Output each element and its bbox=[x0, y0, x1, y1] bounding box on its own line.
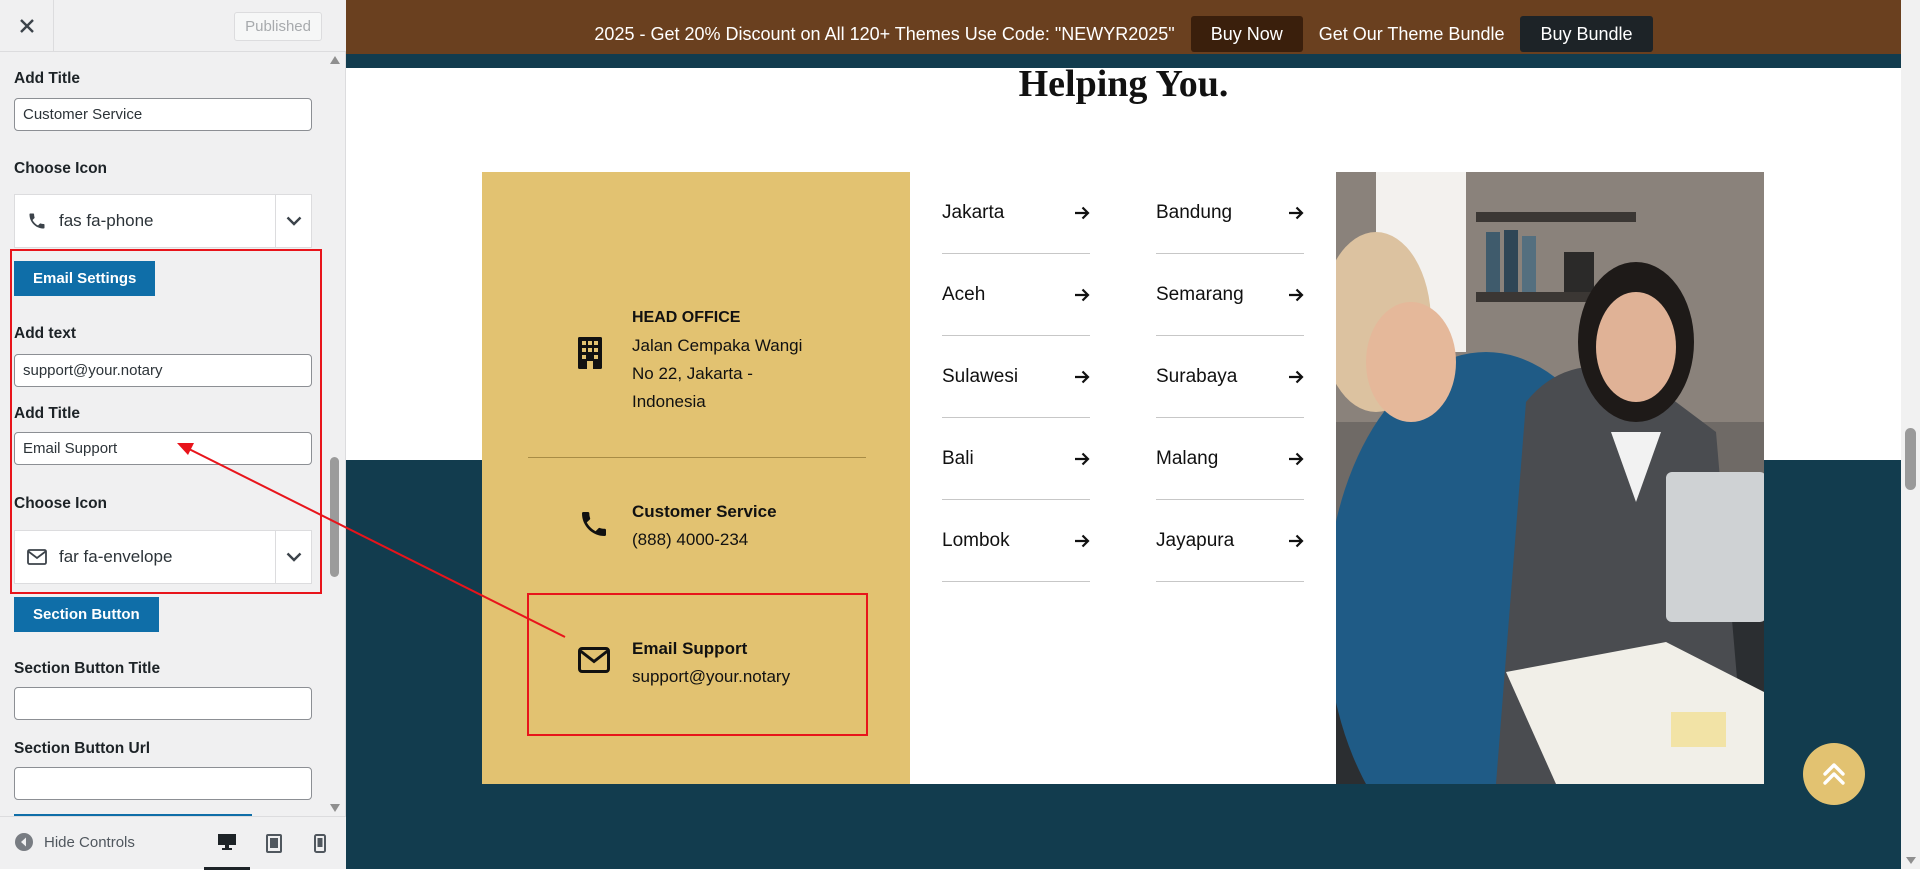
customizer-footer: Hide Controls bbox=[0, 816, 346, 870]
head-office-line-1: Jalan Cempaka Wangi bbox=[632, 336, 803, 355]
preview-scroll-thumb[interactable] bbox=[1905, 428, 1916, 490]
site-preview: 2025 - Get 20% Discount on All 120+ Them… bbox=[346, 0, 1920, 869]
buy-now-button[interactable]: Buy Now bbox=[1190, 16, 1303, 52]
sidebar-scrollbar[interactable] bbox=[326, 52, 343, 816]
promo-bar: 2025 - Get 20% Discount on All 120+ Them… bbox=[346, 0, 1901, 68]
contact-card: HEAD OFFICE Jalan Cempaka Wangi No 22, J… bbox=[482, 172, 910, 784]
city-link[interactable]: Surabaya bbox=[1156, 336, 1304, 418]
tablet-icon bbox=[266, 834, 282, 853]
head-office-item: HEAD OFFICE Jalan Cempaka Wangi No 22, J… bbox=[578, 304, 802, 416]
city-link[interactable]: Jakarta bbox=[942, 172, 1090, 254]
arrow-right-icon bbox=[1289, 370, 1304, 383]
preview-scrollbar[interactable] bbox=[1901, 0, 1920, 869]
section-heading: Helping You. bbox=[1018, 63, 1229, 105]
promo-text: 2025 - Get 20% Discount on All 120+ Them… bbox=[594, 23, 1175, 44]
city-link[interactable]: Aceh bbox=[942, 254, 1090, 336]
desktop-icon bbox=[218, 834, 236, 850]
city-link[interactable]: Semarang bbox=[1156, 254, 1304, 336]
phone-icon bbox=[578, 498, 628, 540]
city-link[interactable]: Malang bbox=[1156, 418, 1304, 500]
section-button-url-label: Section Button Url bbox=[14, 740, 151, 757]
email-support-item: Email Support support@your.notary bbox=[578, 635, 790, 691]
buy-bundle-button[interactable]: Buy Bundle bbox=[1520, 16, 1653, 52]
head-office-line-3: Indonesia bbox=[632, 392, 706, 411]
city-link[interactable]: Sulawesi bbox=[942, 336, 1090, 418]
sidebar-scroll-thumb[interactable] bbox=[330, 457, 339, 577]
arrow-right-icon bbox=[1075, 452, 1090, 465]
scroll-up-arrow[interactable] bbox=[330, 56, 340, 64]
preview-tablet-button[interactable] bbox=[251, 817, 297, 870]
arrow-right-icon bbox=[1075, 288, 1090, 301]
phone-icon bbox=[15, 211, 59, 231]
section-button-settings-button[interactable]: Section Button bbox=[14, 597, 159, 632]
office-meeting-photo bbox=[1336, 172, 1764, 784]
customer-service-item: Customer Service (888) 4000-234 bbox=[578, 498, 777, 554]
head-office-line-2: No 22, Jakarta - bbox=[632, 364, 753, 383]
arrow-right-icon bbox=[1075, 534, 1090, 547]
city-name: Bali bbox=[942, 447, 974, 469]
section-button-url-input[interactable] bbox=[14, 767, 312, 800]
arrow-right-icon bbox=[1289, 452, 1304, 465]
preview-desktop-button[interactable] bbox=[204, 817, 250, 870]
phone-title-input[interactable] bbox=[14, 98, 312, 131]
city-link[interactable]: Bandung bbox=[1156, 172, 1304, 254]
published-button[interactable]: Published bbox=[234, 12, 322, 41]
annotation-highlight-settings bbox=[10, 249, 322, 594]
city-link[interactable]: Lombok bbox=[942, 500, 1090, 582]
arrow-right-icon bbox=[1075, 370, 1090, 383]
arrow-right-icon bbox=[1289, 288, 1304, 301]
bundle-text: Get Our Theme Bundle bbox=[1318, 23, 1505, 44]
scroll-down-arrow[interactable] bbox=[330, 804, 340, 812]
city-link[interactable]: Bali bbox=[942, 418, 1090, 500]
scroll-to-top-button[interactable] bbox=[1803, 743, 1865, 805]
section-button-title-label: Section Button Title bbox=[14, 660, 161, 677]
city-name: Surabaya bbox=[1156, 365, 1238, 387]
city-name: Semarang bbox=[1156, 283, 1244, 305]
city-name: Aceh bbox=[942, 283, 986, 305]
card-divider bbox=[528, 457, 866, 458]
double-chevron-up-icon bbox=[1823, 763, 1845, 785]
phone-icon-label: Choose Icon bbox=[14, 160, 108, 177]
arrow-right-icon bbox=[1289, 534, 1304, 547]
customer-service-phone[interactable]: (888) 4000-234 bbox=[632, 526, 777, 554]
customer-service-title: Customer Service bbox=[632, 502, 777, 521]
arrow-right-icon bbox=[1075, 206, 1090, 219]
city-link[interactable]: Jayapura bbox=[1156, 500, 1304, 582]
city-name: Lombok bbox=[942, 529, 1010, 551]
arrow-right-icon bbox=[1289, 206, 1304, 219]
close-customizer-button[interactable] bbox=[0, 0, 54, 52]
building-icon bbox=[578, 304, 632, 369]
phone-title-label: Add Title bbox=[14, 70, 81, 87]
email-support-address[interactable]: support@your.notary bbox=[632, 663, 790, 691]
city-name: Bandung bbox=[1156, 201, 1233, 223]
email-support-title: Email Support bbox=[632, 639, 748, 658]
phone-icon-select[interactable]: fas fa-phone bbox=[14, 194, 312, 248]
customizer-sidebar: Published Add Title Choose Icon fas fa-p… bbox=[0, 0, 346, 870]
city-name: Malang bbox=[1156, 447, 1219, 469]
collapse-icon bbox=[15, 833, 33, 851]
close-icon bbox=[19, 19, 34, 33]
city-name: Jayapura bbox=[1156, 529, 1235, 551]
phone-icon-value: fas fa-phone bbox=[59, 211, 154, 230]
hide-controls-button[interactable]: Hide Controls bbox=[14, 832, 135, 852]
head-office-title: HEAD OFFICE bbox=[632, 309, 741, 326]
chevron-down-icon[interactable] bbox=[275, 195, 311, 247]
customizer-header: Published bbox=[0, 0, 346, 52]
city-name: Jakarta bbox=[942, 201, 1005, 223]
envelope-icon bbox=[578, 635, 628, 673]
city-name: Sulawesi bbox=[942, 365, 1019, 387]
preview-mobile-button[interactable] bbox=[297, 817, 343, 870]
scroll-down-arrow[interactable] bbox=[1906, 857, 1916, 864]
hide-controls-label: Hide Controls bbox=[44, 833, 135, 851]
mobile-icon bbox=[314, 834, 326, 853]
section-button-title-input[interactable] bbox=[14, 687, 312, 720]
city-list: Jakarta Aceh Sulawesi Bali Lombok Bandun… bbox=[910, 172, 1338, 784]
